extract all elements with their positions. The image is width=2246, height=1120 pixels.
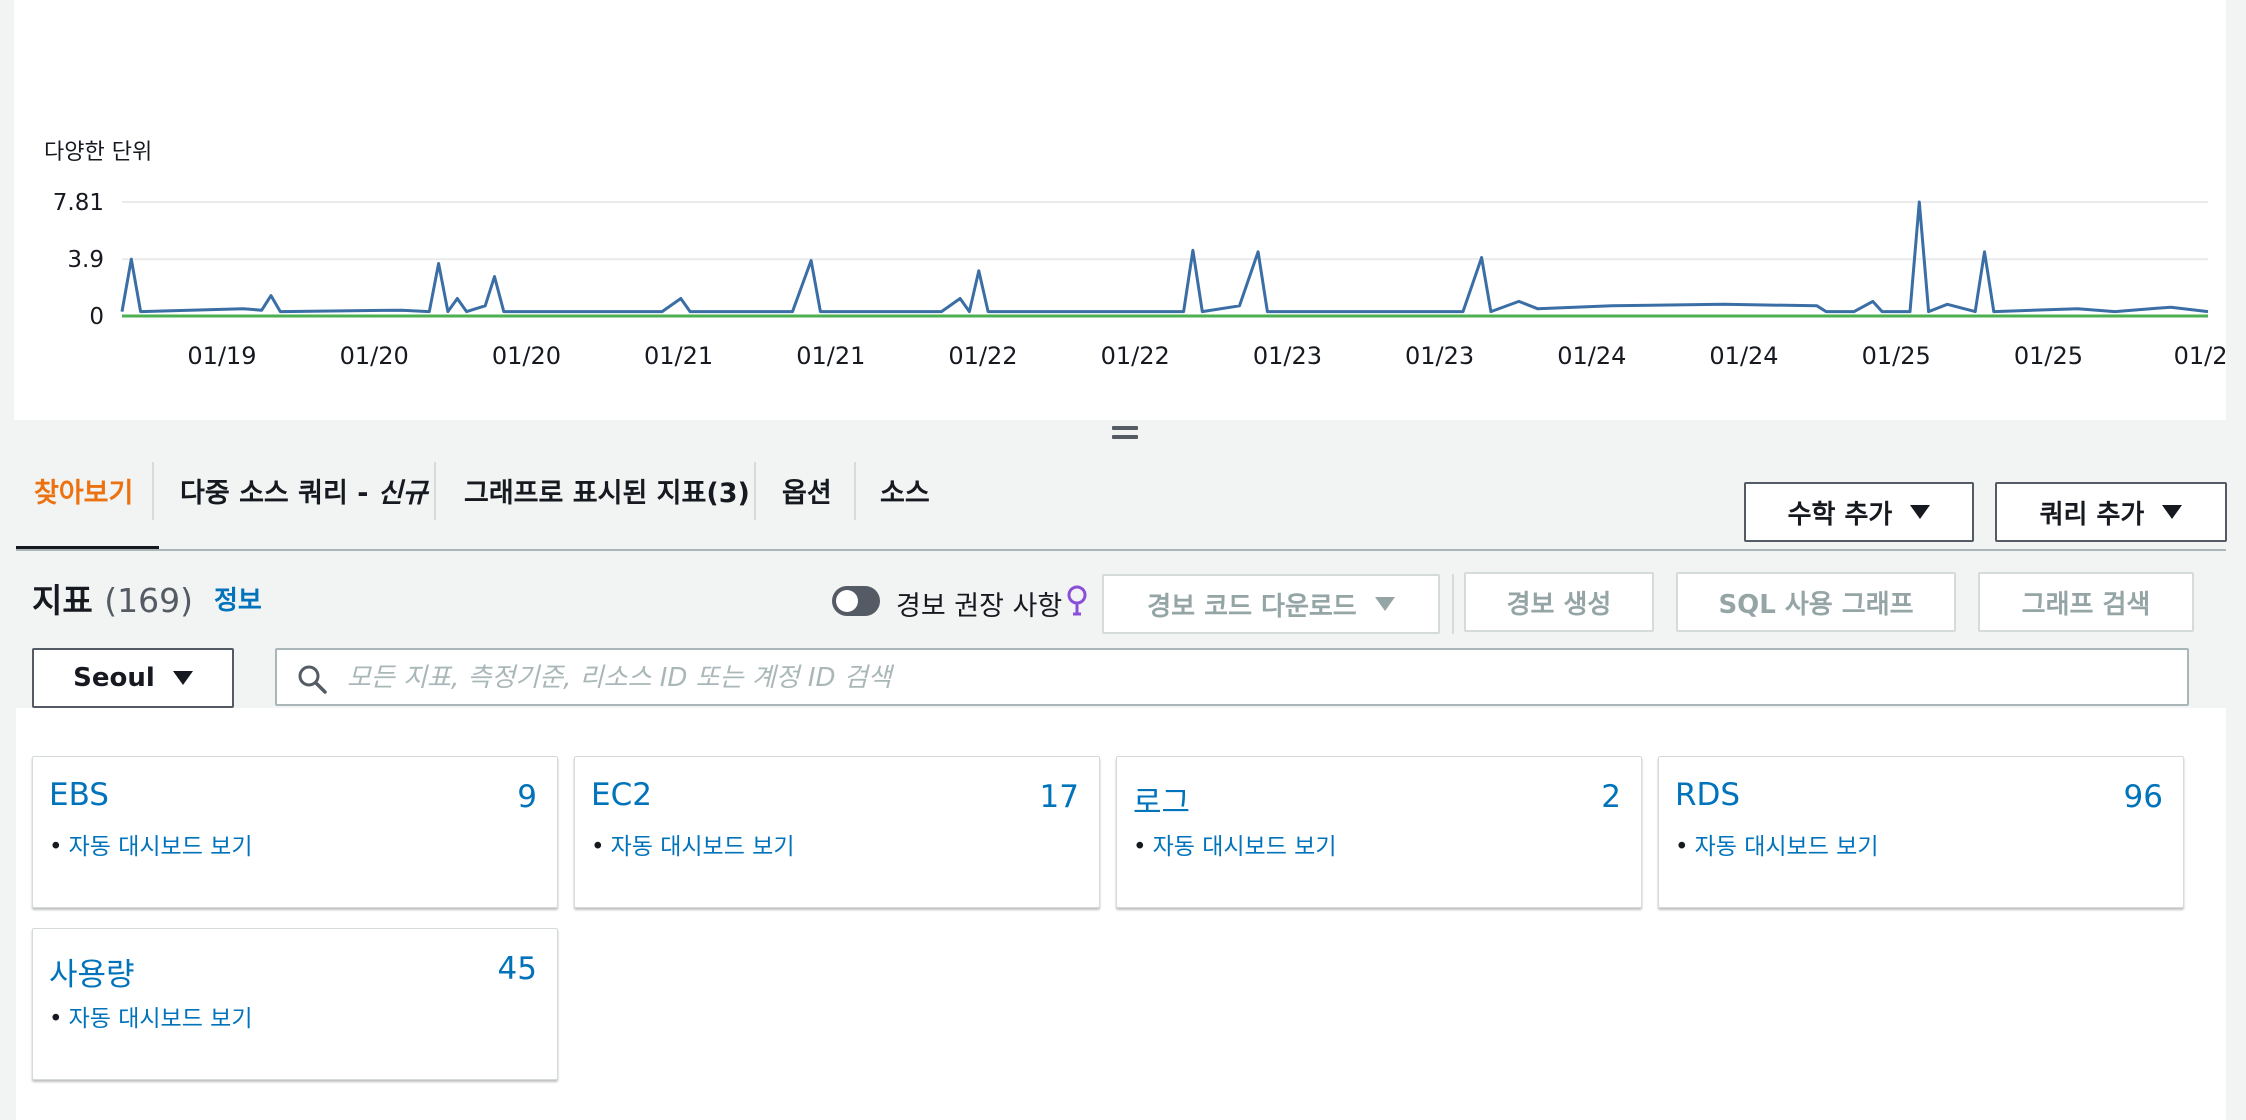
caret-down-icon (1910, 505, 1931, 519)
x-tick-label: 01/21 (796, 342, 865, 370)
tab-divider (434, 462, 436, 520)
metrics-title: 지표 (32, 581, 93, 620)
alarm-recommendations-toggle[interactable] (832, 586, 880, 616)
new-badge: 신규 (377, 478, 428, 509)
x-tick-label: 01/23 (1253, 342, 1322, 370)
namespace-metric-count: 45 (497, 951, 537, 987)
tab-divider (152, 462, 154, 520)
add-math-button[interactable]: 수학 추가 (1744, 482, 1974, 542)
view-automatic-dashboard-link[interactable]: • 자동 대시보드 보기 (591, 827, 794, 861)
caret-down-icon (1374, 597, 1395, 611)
graph-with-sql-label: SQL 사용 그래프 (1718, 589, 1914, 620)
tab-multi-source-query[interactable]: 다중 소스 쿼리 - 신규 (180, 456, 428, 550)
view-automatic-dashboard-link[interactable]: • 자동 대시보드 보기 (49, 827, 252, 861)
namespace-metric-count: 96 (2123, 779, 2163, 815)
namespace-title[interactable]: EBS (49, 777, 109, 813)
namespace-cards-area: EBS 9 • 자동 대시보드 보기 EC2 17 • 자동 대시보드 보기 로그 … (16, 708, 2226, 1120)
bullet: • (1675, 834, 1689, 860)
create-alarm-button[interactable]: 경보 생성 (1464, 572, 1654, 632)
x-tick-label: 01/19 (187, 342, 256, 370)
namespace-metric-count: 9 (517, 779, 537, 815)
region-select[interactable]: Seoul (32, 648, 234, 708)
bullet: • (591, 834, 605, 860)
x-tick-label: 01/25 (2014, 342, 2083, 370)
download-alarm-code-label: 경보 코드 다운로드 (1147, 591, 1357, 622)
caret-down-icon (172, 671, 193, 685)
download-alarm-code-button[interactable]: 경보 코드 다운로드 (1102, 574, 1440, 634)
tab-label: 다중 소스 쿼리 - (180, 478, 378, 509)
tab-browse[interactable]: 찾아보기 (34, 456, 133, 550)
view-automatic-dashboard-link[interactable]: • 자동 대시보드 보기 (49, 999, 252, 1033)
tab-divider (754, 462, 756, 520)
create-alarm-label: 경보 생성 (1506, 589, 1612, 620)
graph-search-button[interactable]: 그래프 검색 (1978, 572, 2194, 632)
namespace-title[interactable]: RDS (1675, 777, 1740, 813)
caret-down-icon (2162, 505, 2183, 519)
toggle-knob (836, 590, 858, 612)
x-tick-label: 01/20 (492, 342, 561, 370)
info-link[interactable]: 정보 (214, 580, 262, 617)
x-tick-label: 01/25 (1862, 342, 1931, 370)
x-tick-label: 01/21 (644, 342, 713, 370)
x-tick-label: 01/2 (2174, 342, 2226, 370)
series-line (120, 200, 2209, 314)
tab-options[interactable]: 옵션 (782, 456, 832, 550)
namespace-card-rds: RDS 96 • 자동 대시보드 보기 (1658, 756, 2184, 908)
metrics-heading: 지표 (169) (32, 574, 193, 622)
x-tick-label: 01/23 (1405, 342, 1474, 370)
x-tick-label: 01/20 (340, 342, 409, 370)
namespace-title[interactable]: 로그 (1133, 777, 1190, 822)
x-tick-label: 01/24 (1557, 342, 1626, 370)
tabs-divider-line (16, 549, 2226, 551)
namespace-title[interactable]: 사용량 (49, 949, 135, 994)
graph-search-label: 그래프 검색 (2021, 589, 2151, 620)
graph-with-sql-button[interactable]: SQL 사용 그래프 (1676, 572, 1956, 632)
y-tick-label: 7.81 (53, 190, 104, 216)
graph-panel: 다양한 단위 0 3.9 7.81 01/19 01/20 01/20 01/21 01/21… (14, 0, 2226, 420)
namespace-metric-count: 17 (1039, 779, 1079, 815)
alarm-recommendations-label: 경보 권장 사항 (896, 591, 1063, 622)
tab-source[interactable]: 소스 (880, 456, 930, 550)
bullet: • (1133, 834, 1147, 860)
view-automatic-dashboard-link[interactable]: • 자동 대시보드 보기 (1675, 827, 1878, 861)
metric-search-input[interactable] (345, 654, 2169, 702)
namespace-title[interactable]: EC2 (591, 777, 652, 813)
bullet: • (49, 834, 63, 860)
metrics-count: (169) (104, 581, 193, 620)
namespace-metric-count: 2 (1601, 779, 1621, 815)
namespace-card-logs: 로그 2 • 자동 대시보드 보기 (1116, 756, 1642, 908)
line-chart: 0 3.9 7.81 01/19 01/20 01/20 01/21 01/21 01/22 01… (53, 190, 2226, 370)
tab-divider (854, 462, 856, 520)
toolbar-divider (1452, 574, 1454, 634)
y-tick-label: 0 (89, 304, 104, 330)
namespace-card-usage: 사용량 45 • 자동 대시보드 보기 (32, 928, 558, 1080)
tab-graphed-metrics[interactable]: 그래프로 표시된 지표(3) (464, 456, 750, 550)
bullet: • (49, 1006, 63, 1032)
view-automatic-dashboard-link[interactable]: • 자동 대시보드 보기 (1133, 827, 1336, 861)
namespace-card-ec2: EC2 17 • 자동 대시보드 보기 (574, 756, 1100, 908)
search-icon (298, 665, 327, 694)
x-tick-label: 01/24 (1709, 342, 1778, 370)
x-tick-label: 01/22 (948, 342, 1017, 370)
x-tick-label: 01/22 (1101, 342, 1170, 370)
metric-search-box (275, 648, 2189, 706)
resize-handle[interactable] (1112, 426, 1138, 442)
add-query-button[interactable]: 쿼리 추가 (1995, 482, 2227, 542)
add-math-label: 수학 추가 (1787, 499, 1893, 530)
y-tick-label: 3.9 (67, 247, 104, 273)
lightbulb-icon[interactable] (1064, 584, 1090, 618)
add-query-label: 쿼리 추가 (2039, 499, 2145, 530)
namespace-card-ebs: EBS 9 • 자동 대시보드 보기 (32, 756, 558, 908)
region-label: Seoul (73, 663, 155, 693)
